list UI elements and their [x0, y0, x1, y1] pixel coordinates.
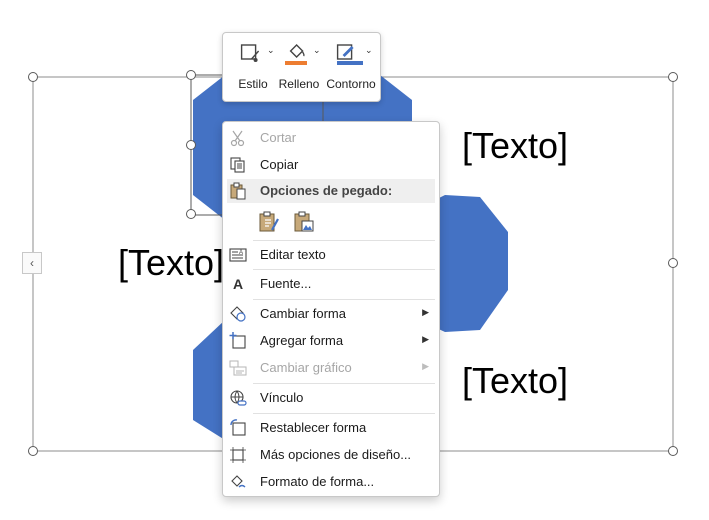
chevron-left-icon: ‹ — [30, 256, 34, 270]
scissors-icon — [230, 130, 245, 147]
reset-shape-icon — [230, 419, 246, 436]
layout-options-icon — [230, 447, 246, 463]
text-placeholder-3[interactable]: [Texto] — [462, 363, 568, 399]
paste-picture-icon[interactable] — [292, 210, 316, 234]
menu-item-font[interactable]: A Fuente... — [223, 271, 439, 297]
chevron-down-icon: ⌄ — [267, 45, 275, 55]
menu-item-label: Más opciones de diseño... — [260, 447, 412, 462]
menu-item-copy[interactable]: Copiar — [223, 152, 439, 178]
text-placeholder-1[interactable]: [Texto] — [462, 128, 568, 164]
fill-label: Relleno — [278, 77, 320, 91]
svg-text:A: A — [239, 250, 243, 256]
font-icon: A — [232, 276, 244, 292]
frame-handle-bottom-right[interactable] — [668, 446, 678, 456]
frame-handle-top-left[interactable] — [28, 72, 38, 82]
menu-item-edit-text[interactable]: A Editar texto — [223, 242, 439, 268]
menu-item-label: Cambiar forma — [260, 306, 346, 321]
menu-item-label: Fuente... — [260, 276, 312, 291]
menu-separator — [253, 240, 435, 241]
paste-keep-formatting-icon[interactable] — [257, 210, 281, 234]
menu-item-label: Agregar forma — [260, 333, 344, 348]
submenu-arrow-icon: ▶ — [422, 307, 429, 317]
outline-label: Contorno — [326, 77, 376, 91]
menu-item-change-graphic[interactable]: Cambiar gráfico ▶ — [223, 355, 439, 381]
menu-item-reset-shape[interactable]: Restablecer forma — [223, 415, 439, 441]
frame-handle-right[interactable] — [668, 258, 678, 268]
style-label: Estilo — [238, 77, 268, 91]
menu-item-cut[interactable]: Cortar — [223, 125, 439, 151]
submenu-arrow-icon: ▶ — [422, 334, 429, 344]
chevron-down-icon: ⌄ — [313, 45, 321, 55]
menu-separator — [253, 383, 435, 384]
menu-item-label: Editar texto — [260, 247, 326, 262]
menu-item-label: Cortar — [260, 130, 297, 145]
menu-item-more-layout-options[interactable]: Más opciones de diseño... — [223, 442, 439, 468]
menu-item-add-shape[interactable]: Agregar forma ▶ — [223, 328, 439, 354]
menu-item-label: Restablecer forma — [260, 420, 367, 435]
menu-item-change-shape[interactable]: Cambiar forma ▶ — [223, 301, 439, 327]
add-shape-icon — [229, 332, 246, 349]
mini-toolbar: ⌄ Estilo ⌄ Relleno ⌄ Contorno — [222, 32, 381, 102]
outline-button[interactable]: ⌄ Contorno — [323, 33, 379, 101]
change-graphic-icon — [229, 360, 247, 376]
menu-separator — [253, 413, 435, 414]
menu-item-label: Formato de forma... — [260, 474, 375, 489]
menu-item-label: Copiar — [260, 157, 299, 172]
chevron-down-icon: ⌄ — [365, 45, 373, 55]
menu-separator — [253, 269, 435, 270]
text-pane-toggle-button[interactable]: ‹ — [22, 252, 42, 274]
shape-style-icon — [240, 44, 260, 62]
menu-item-label: Cambiar gráfico — [260, 360, 352, 375]
fill-button[interactable]: ⌄ Relleno — [275, 33, 323, 101]
menu-item-label: Vínculo — [260, 390, 304, 405]
edit-text-icon: A — [229, 248, 247, 262]
format-shape-icon — [231, 475, 246, 488]
paste-options-header: Opciones de pegado: — [227, 179, 435, 203]
change-shape-icon — [230, 306, 246, 322]
paste-options-label: Opciones de pegado: — [260, 183, 393, 198]
shape-handle-left[interactable] — [186, 140, 196, 150]
menu-item-format-shape[interactable]: Formato de forma... — [223, 469, 439, 495]
menu-separator — [253, 299, 435, 300]
context-menu: Cortar Copiar Opciones de pegado: A Edit… — [222, 121, 440, 497]
shape-handle-bottom-left[interactable] — [186, 209, 196, 219]
frame-handle-top-right[interactable] — [668, 72, 678, 82]
shape-handle-top-left[interactable] — [186, 70, 196, 80]
frame-handle-bottom-left[interactable] — [28, 446, 38, 456]
text-placeholder-2[interactable]: [Texto] — [118, 245, 224, 281]
submenu-arrow-icon: ▶ — [422, 361, 429, 371]
link-globe-icon — [230, 390, 247, 406]
style-button[interactable]: ⌄ Estilo — [229, 33, 277, 101]
menu-item-link[interactable]: Vínculo — [223, 385, 439, 411]
fill-color-bar — [285, 61, 307, 65]
outline-color-bar — [337, 61, 363, 65]
copy-icon — [230, 157, 245, 173]
paste-icon — [230, 182, 246, 200]
